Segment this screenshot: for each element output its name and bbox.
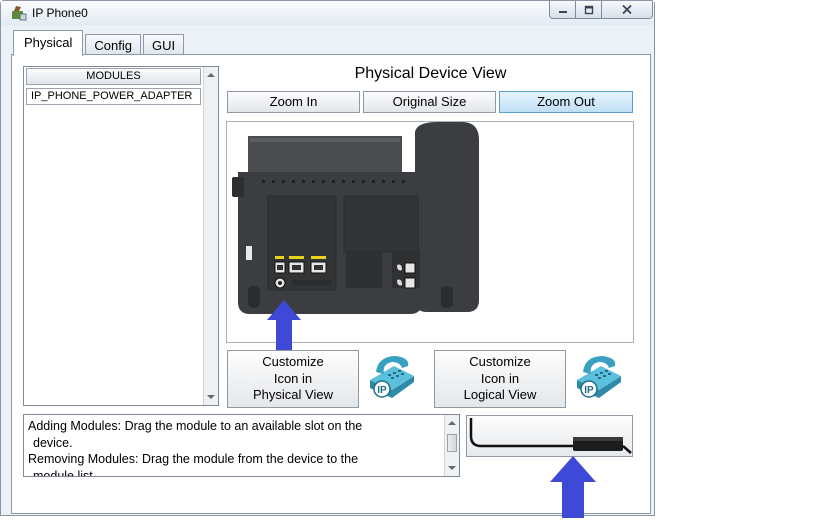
customize-physical-label-1: Customize [262,354,324,369]
modules-list[interactable]: MODULES IP_PHONE_POWER_ADAPTER [23,66,219,406]
maximize-button[interactable] [576,1,602,19]
physical-device-view-title: Physical Device View [354,65,507,82]
ip-phone-app-icon [12,6,27,21]
customize-logical-view-button[interactable]: Customize Icon in Logical View [434,350,566,408]
tab-config[interactable]: Config [85,34,141,56]
help-scroll-thumb[interactable] [447,434,457,452]
close-icon [622,4,632,15]
original-size-button[interactable]: Original Size [363,91,496,113]
customize-physical-view-button[interactable]: Customize Icon in Physical View [227,350,359,408]
maximize-icon [584,5,593,14]
title-bar[interactable]: IP Phone0 [1,1,654,25]
arrow-up-icon [267,300,301,350]
modules-header[interactable]: MODULES [26,68,201,85]
tab-physical[interactable]: Physical [13,30,84,56]
svg-text:IP: IP [584,385,594,396]
help-line-4: module list. [33,468,97,477]
customize-physical-label-2: Icon in [273,370,313,386]
help-line-2: device. [33,435,73,450]
module-preview[interactable] [466,415,633,457]
tab-bar: Physical Config GUI [13,30,186,56]
scroll-down-icon[interactable] [207,395,215,399]
help-text-area[interactable]: Adding Modules: Drag the module to an av… [23,414,460,477]
scroll-up-icon[interactable] [448,421,456,425]
zoom-in-button[interactable]: Zoom In [227,91,360,113]
close-button[interactable] [602,1,653,19]
ip-phone-icon: IP [370,356,414,398]
scroll-down-icon[interactable] [448,466,456,470]
ip-phone-rear-image [232,122,479,314]
module-item-power-adapter[interactable]: IP_PHONE_POWER_ADAPTER [26,88,201,105]
customize-physical-label-3: Physical View [253,387,333,402]
help-line-3: Removing Modules: Drag the module from t… [28,452,359,466]
help-text: Adding Modules: Drag the module to an av… [28,418,440,477]
arrow-up-icon [550,456,596,518]
customize-logical-label-3: Logical View [463,387,537,402]
help-scrollbar[interactable] [444,415,459,476]
svg-text:IP: IP [377,385,387,396]
minimize-icon [558,10,567,13]
customize-logical-label-1: Customize [469,354,531,369]
tab-gui[interactable]: GUI [143,34,185,56]
scroll-up-icon[interactable] [207,73,215,77]
ip-phone-icon: IP [577,356,621,398]
customize-logical-label-2: Icon in [480,370,520,386]
modules-scrollbar[interactable] [203,67,218,405]
power-adapter-icon [469,418,632,454]
window-controls [549,1,653,19]
zoom-out-button[interactable]: Zoom Out [499,91,633,113]
help-line-1: Adding Modules: Drag the module to an av… [28,419,363,433]
minimize-button[interactable] [549,1,576,19]
window-title: IP Phone0 [32,6,88,20]
